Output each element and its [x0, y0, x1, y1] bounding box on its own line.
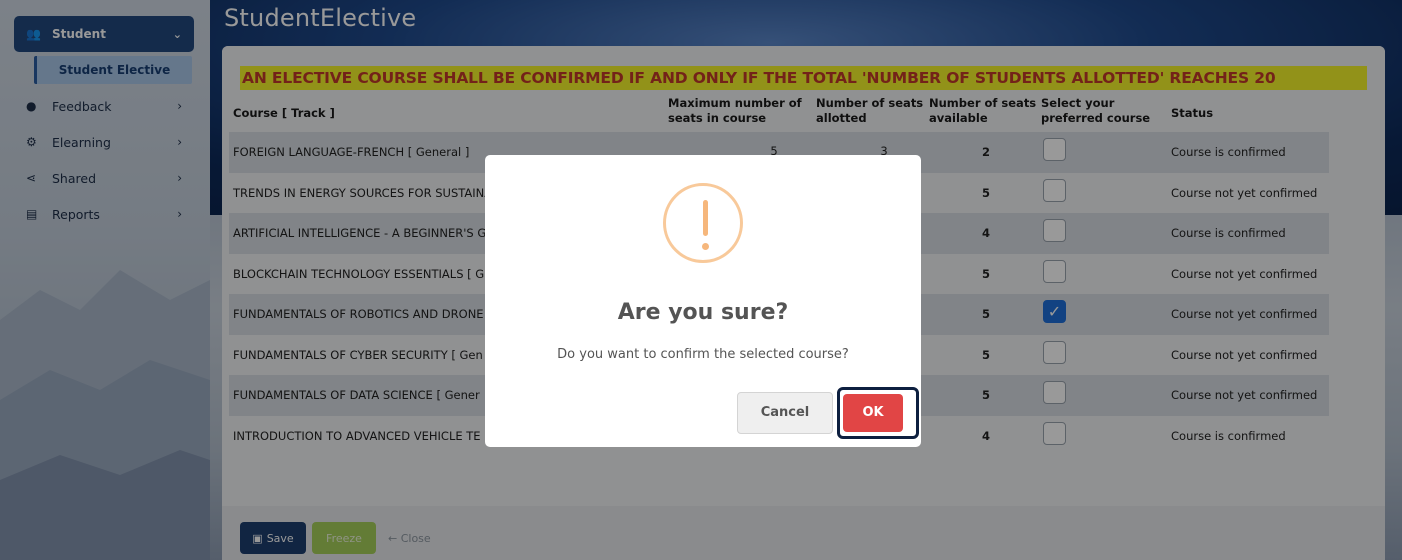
- ok-button[interactable]: OK: [843, 394, 903, 432]
- cancel-button[interactable]: Cancel: [737, 392, 833, 434]
- dialog-title: Are you sure?: [617, 300, 789, 325]
- confirm-dialog: Are you sure? Do you want to confirm the…: [485, 155, 921, 447]
- ok-button-focus-ring: OK: [837, 387, 919, 439]
- dialog-message: Do you want to confirm the selected cour…: [557, 347, 849, 362]
- warning-icon: [663, 183, 743, 263]
